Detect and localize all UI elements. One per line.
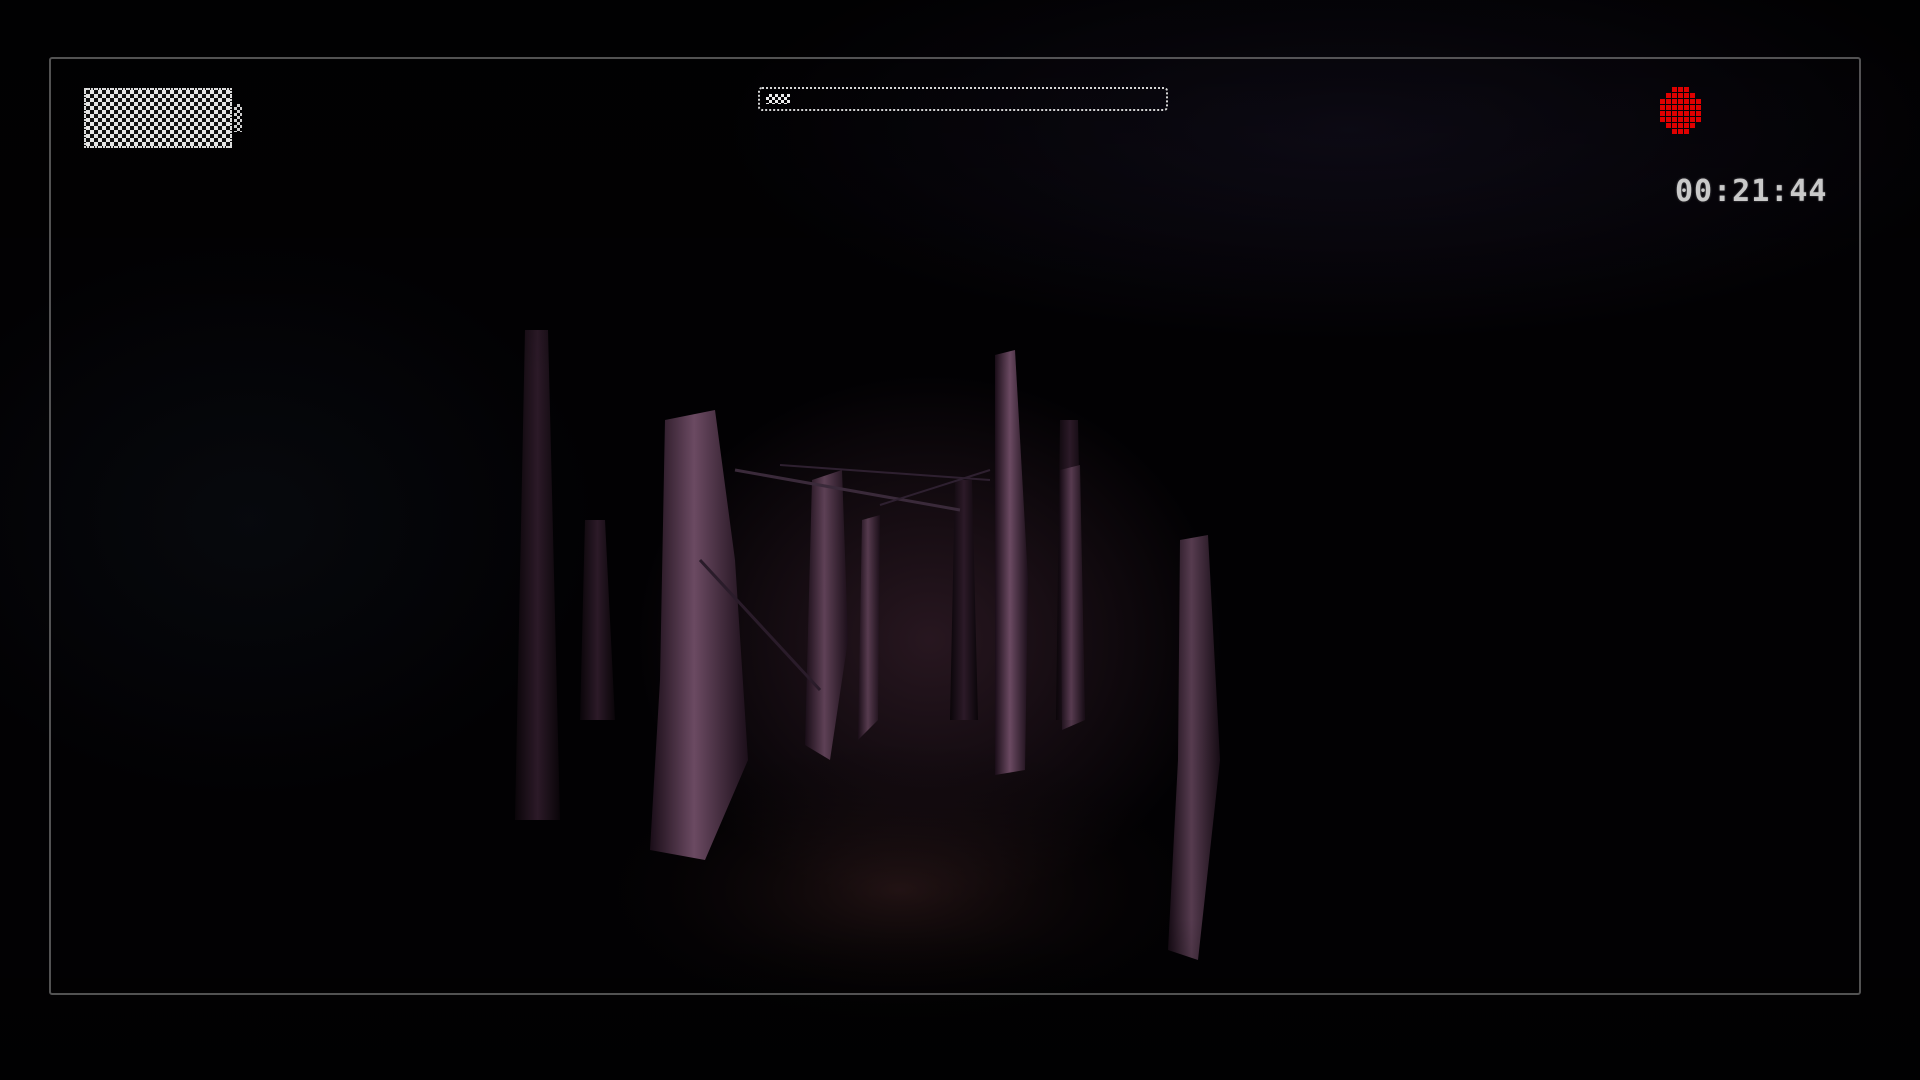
stamina-bar-fill bbox=[766, 94, 790, 104]
battery-terminal bbox=[234, 104, 242, 132]
record-dot-icon bbox=[1660, 87, 1701, 134]
recording-timecode: 00:21:44 bbox=[1675, 174, 1828, 209]
stamina-bar bbox=[758, 87, 1168, 111]
game-viewport: 00:21:44 bbox=[0, 0, 1920, 1080]
camcorder-frame bbox=[49, 57, 1861, 995]
battery-icon bbox=[84, 88, 232, 148]
